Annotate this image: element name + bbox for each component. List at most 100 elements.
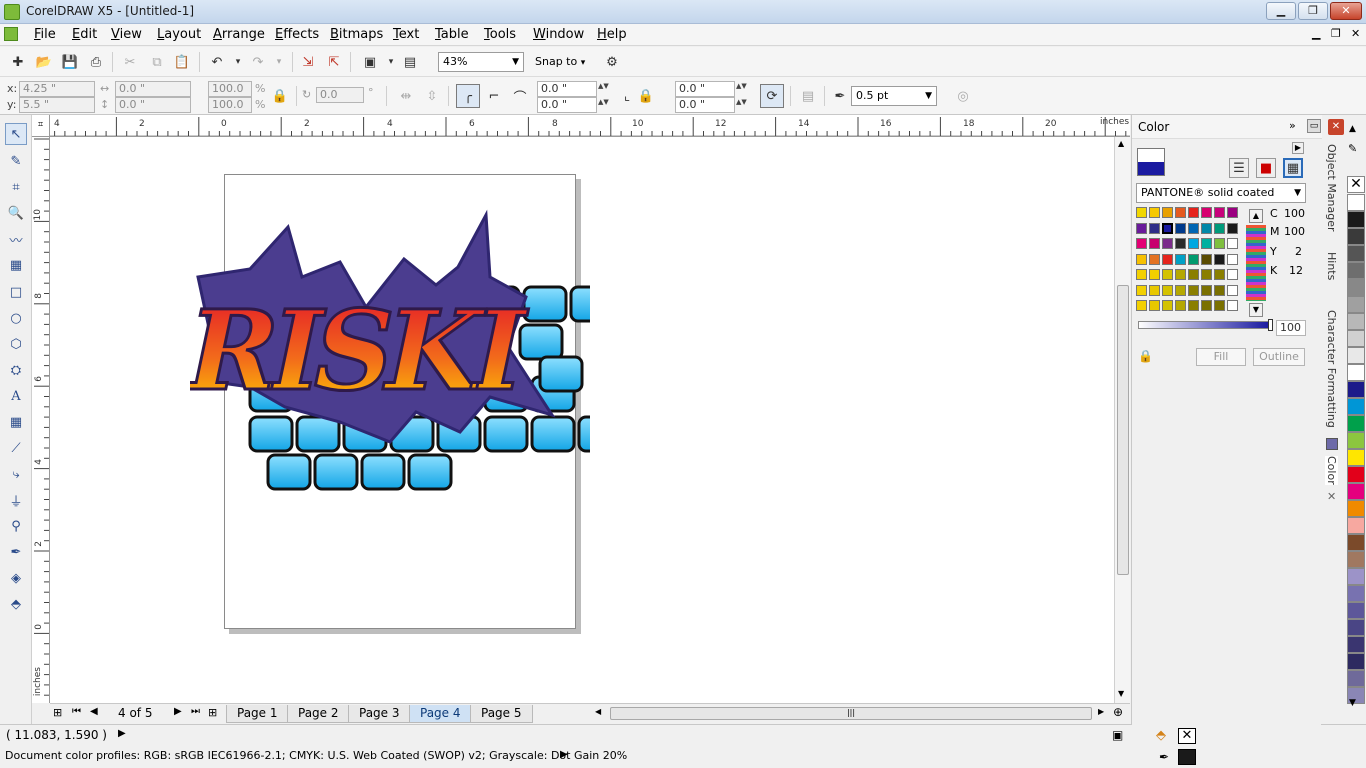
spin-icon[interactable]: ▲▼ (598, 82, 609, 90)
ruler-origin-icon[interactable]: ⌗ (32, 115, 50, 137)
horizontal-scroll-thumb[interactable]: ||| (610, 707, 1092, 720)
round-corner-icon[interactable]: ╭ (456, 84, 480, 108)
color-sliders-icon[interactable]: ☰ (1229, 158, 1249, 178)
scroll-up-icon[interactable]: ▲ (1118, 139, 1124, 148)
vertical-ruler[interactable]: 10 8 6 4 2 0 inches (32, 137, 50, 703)
outline-width-combo[interactable]: 0.5 pt ▼ (851, 86, 937, 106)
y-position-field[interactable]: 5.5 " (19, 97, 95, 113)
color-swatch[interactable] (1227, 222, 1238, 234)
document-icon[interactable] (4, 27, 18, 41)
undo-dropdown-icon[interactable]: ▾ (228, 52, 248, 72)
color-swatch[interactable] (1136, 238, 1147, 249)
x-position-field[interactable]: 4.25 " (19, 81, 95, 97)
application-launcher-icon[interactable]: ▣ (360, 52, 380, 72)
palette-color-swatch[interactable] (1347, 330, 1365, 347)
palette-color-swatch[interactable] (1347, 381, 1365, 398)
lock-icon[interactable]: 🔒 (1138, 349, 1153, 363)
color-swatch[interactable] (1188, 284, 1199, 296)
color-swatch[interactable] (1188, 253, 1199, 265)
polygon-tool-icon[interactable]: ⬡ (5, 333, 27, 355)
graffiti-artwork[interactable]: RISKI (190, 207, 590, 507)
color-swatch[interactable] (1214, 300, 1225, 311)
scale-y-field[interactable]: 100.0 (208, 97, 252, 113)
outline-color-swatch[interactable] (1178, 749, 1196, 765)
first-page-icon[interactable]: ⏮ (72, 706, 81, 717)
corner-top-left-field[interactable]: 0.0 " (537, 81, 597, 97)
palette-color-swatch[interactable] (1347, 653, 1365, 670)
dimension-tool-icon[interactable]: ⟋ (5, 437, 27, 459)
page-tab-4[interactable]: Page 4 (409, 705, 472, 723)
status-arrow-icon[interactable]: ▶ (118, 728, 126, 739)
chamfered-corner-icon[interactable]: ⌒ (510, 86, 530, 106)
palette-color-swatch[interactable] (1347, 449, 1365, 466)
color-swatch[interactable] (1175, 238, 1186, 249)
minimize-button[interactable]: ▁ (1266, 2, 1296, 20)
tab-character-formatting[interactable]: Character Formatting (1325, 310, 1338, 428)
fill-button[interactable]: Fill (1196, 348, 1246, 366)
crop-tool-icon[interactable]: ⌗ (5, 176, 27, 198)
color-swatch[interactable] (1149, 284, 1160, 296)
freehand-tool-icon[interactable]: 〰 (5, 228, 27, 250)
color-swatch[interactable] (1201, 284, 1212, 296)
color-swatch[interactable] (1149, 269, 1160, 280)
convert-to-curves-icon[interactable]: ◎ (953, 86, 973, 106)
corner-top-right-field[interactable]: 0.0 " (675, 81, 735, 97)
palette-color-swatch[interactable] (1347, 398, 1365, 415)
redo-dropdown-icon[interactable]: ▾ (269, 52, 289, 72)
color-swatch[interactable] (1136, 222, 1147, 234)
palette-color-swatch[interactable] (1347, 585, 1365, 602)
launcher-dropdown-icon[interactable]: ▾ (381, 52, 401, 72)
palette-strip[interactable] (1246, 225, 1266, 301)
menu-layout[interactable]: Layout (157, 27, 201, 42)
palette-scroll-up-icon[interactable]: ▲ (1349, 124, 1356, 134)
options-icon[interactable]: ⚙ (602, 52, 622, 72)
palette-color-swatch[interactable] (1347, 347, 1365, 364)
close-button[interactable]: ✕ (1330, 2, 1362, 20)
doc-minimize-icon[interactable]: ▁ (1312, 27, 1320, 40)
vertical-scroll-thumb[interactable] (1117, 285, 1129, 575)
edit-corners-together-icon[interactable]: 🔒 (636, 86, 656, 106)
snap-to-dropdown[interactable]: Snap to ▾ (535, 54, 599, 72)
menu-table[interactable]: Table (435, 27, 469, 42)
color-swatch[interactable] (1162, 207, 1173, 218)
color-swatch[interactable] (1227, 238, 1238, 249)
ellipse-tool-icon[interactable]: ○ (5, 307, 27, 329)
save-icon[interactable]: 💾 (60, 52, 80, 72)
color-profiles-text[interactable]: Document color profiles: RGB: sRGB IEC61… (5, 749, 627, 762)
redo-icon[interactable]: ↷ (248, 52, 268, 72)
color-palettes-icon[interactable]: ▦ (1283, 158, 1303, 178)
palette-color-swatch[interactable] (1347, 228, 1365, 245)
doc-close-icon[interactable]: ✕ (1351, 27, 1360, 40)
coreldraw-app-icon[interactable] (4, 4, 20, 20)
menu-help[interactable]: Help (597, 27, 627, 42)
outline-tool-icon[interactable]: ✒ (5, 541, 27, 563)
palette-color-swatch[interactable] (1347, 296, 1365, 313)
color-swatch[interactable] (1175, 300, 1186, 311)
tint-slider-handle[interactable] (1268, 319, 1273, 331)
zoom-level-combo[interactable]: 43% ▼ (438, 52, 524, 72)
tint-value-field[interactable]: 100 (1276, 320, 1306, 336)
table-tool-icon[interactable]: ▦ (5, 411, 27, 433)
menu-text[interactable]: Text (393, 27, 419, 42)
color-swatch[interactable] (1201, 253, 1212, 265)
shape-tool-icon[interactable]: ✎ (5, 150, 27, 172)
scroll-right-icon[interactable]: ▶ (1098, 707, 1104, 716)
color-swatch[interactable] (1136, 253, 1147, 265)
color-swatch[interactable] (1227, 269, 1238, 280)
interactive-fill-tool-icon[interactable]: ⬘ (5, 593, 27, 615)
menu-view[interactable]: View (111, 27, 142, 42)
menu-arrange[interactable]: Arrange (213, 27, 265, 42)
palette-color-swatch[interactable] (1347, 364, 1365, 381)
drawing-canvas[interactable]: RISKI (50, 137, 1114, 703)
palette-color-swatch[interactable] (1347, 517, 1365, 534)
color-swatch[interactable] (1188, 207, 1199, 218)
wrap-text-icon[interactable]: ▤ (798, 86, 818, 106)
menu-bitmaps[interactable]: Bitmaps (330, 27, 383, 42)
palette-flyout-icon[interactable]: ✎ (1348, 142, 1357, 155)
spin-icon[interactable]: ▲▼ (598, 98, 609, 106)
docker-expand-icon[interactable]: » (1289, 119, 1296, 132)
page-tab-5[interactable]: Page 5 (470, 705, 533, 723)
color-viewer-icon[interactable]: ■ (1256, 158, 1276, 178)
palette-color-swatch[interactable] (1347, 500, 1365, 517)
color-swatch[interactable] (1188, 238, 1199, 249)
